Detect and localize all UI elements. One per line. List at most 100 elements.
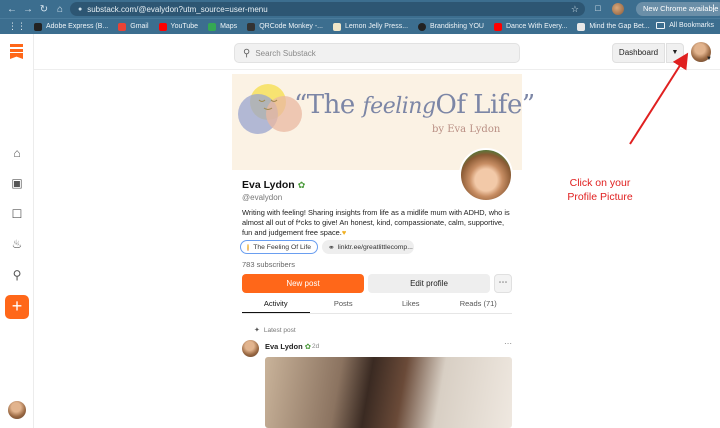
bookmark-label: Mind the Gap Bet... (589, 23, 650, 30)
bookmark-label: Maps (220, 23, 238, 30)
nav-buttons: ← → ↻ ⌂ (6, 4, 66, 15)
reload-icon[interactable]: ↻ (38, 4, 50, 15)
profile-handle: @evalydon (242, 193, 283, 202)
folder-icon (656, 22, 666, 29)
tab-posts[interactable]: Posts (310, 296, 378, 313)
bookmark-star-icon[interactable]: ☆ (571, 4, 579, 15)
apps-icon[interactable]: ⋮⋮ (8, 21, 26, 32)
profile-link-label: linktr.ee/greatlittlecomp... (337, 243, 413, 251)
substack-logo-icon[interactable] (10, 44, 23, 59)
edit-profile-button[interactable]: Edit profile (368, 274, 490, 293)
sidebar-avatar[interactable] (8, 401, 26, 419)
banner-byline: by Eva Lydon (432, 124, 501, 135)
more-options-button[interactable]: ⋯ (494, 274, 512, 293)
browser-toolbar: ← → ↻ ⌂ ● substack.com/@evalydon?utm_sou… (0, 0, 720, 18)
publication-logo-icon (247, 243, 250, 251)
left-sidebar: ⌂ ▣ ☐ ♨ ⚲ + (0, 34, 34, 428)
profile-bio-text: Writing with feeling! Sharing insights f… (242, 208, 510, 238)
home-icon[interactable]: ⌂ (10, 146, 24, 160)
all-bookmarks-button[interactable]: All Bookmarks (656, 22, 714, 29)
bookmark-item[interactable]: Mind the Gap Bet... (577, 22, 650, 31)
bookmark-label: Gmail (130, 23, 149, 30)
tab-likes[interactable]: Likes (377, 296, 445, 313)
subscriber-count[interactable]: 783 subscribers (242, 260, 295, 269)
inbox-icon[interactable]: ▣ (10, 176, 24, 190)
bookmark-item[interactable]: Adobe Express (B... (34, 22, 109, 31)
post-age: 2d (312, 343, 320, 350)
search-input[interactable] (255, 48, 496, 58)
publication-pill[interactable]: The Feeling Of Life (240, 240, 318, 254)
bookmark-item[interactable]: Maps (208, 22, 238, 31)
link-icon: ⚭ (328, 242, 335, 252)
annotation-arrow (629, 52, 689, 145)
post-author-avatar[interactable] (242, 340, 259, 357)
profile-tabs: Activity Posts Likes Reads (71) (242, 296, 512, 314)
top-bar: ⚲ Dashboard ▼ ▼ (34, 34, 720, 70)
banner-title-part: Of Life” (435, 90, 536, 120)
qrcode-icon (247, 22, 256, 31)
extension-icons: □ (592, 3, 624, 15)
banner-title: “The feelingOf Life” (294, 90, 535, 120)
forward-icon[interactable]: → (22, 4, 34, 15)
annotation-text: Click on your Profile Picture (548, 176, 652, 204)
bell-icon[interactable]: ♨ (10, 237, 24, 251)
tab-activity[interactable]: Activity (242, 296, 310, 313)
chrome-menu-icon[interactable]: ⋮ (709, 3, 718, 14)
profile-avatar[interactable] (459, 148, 513, 202)
bookmark-favicon-icon (333, 22, 341, 31)
bookmark-label: QRCode Monkey -... (259, 23, 323, 30)
page: ⌂ ▣ ☐ ♨ ⚲ + ⚲ Dashboard ▼ ▼ “The feeling… (0, 34, 720, 428)
profile-name: Eva Lydon (242, 179, 295, 191)
site-info-icon[interactable]: ● (78, 6, 82, 13)
bookmark-item[interactable]: YouTube (158, 22, 199, 31)
post-author-name[interactable]: Eva Lydon ✿ (265, 342, 311, 351)
url-text: substack.com/@evalydon?utm_source=user-m… (87, 4, 268, 14)
bookmark-favicon-icon (34, 22, 42, 31)
banner-title-part: “The (294, 90, 363, 120)
bookmark-label: Adobe Express (B... (46, 23, 109, 30)
latest-post-label: ✦ Latest post (254, 326, 296, 335)
sparkle-icon: ✦ (254, 327, 260, 334)
bookmark-favicon-icon (577, 22, 586, 31)
post-more-icon[interactable]: ⋯ (504, 339, 512, 348)
annotation-line: Click on your (569, 177, 631, 189)
chrome-update-button[interactable]: New Chrome available (636, 2, 720, 16)
post-image[interactable] (265, 357, 512, 428)
bookmark-label: Dance With Every... (506, 23, 568, 30)
bookmark-item[interactable]: Gmail (118, 22, 149, 31)
search-icon: ⚲ (243, 47, 251, 59)
home-icon[interactable]: ⌂ (54, 4, 66, 15)
bookmark-label: YouTube (170, 23, 199, 30)
youtube-icon (494, 22, 502, 31)
profile-link-pill[interactable]: ⚭ linktr.ee/greatlittlecomp... (322, 240, 414, 254)
chat-icon[interactable]: ☐ (10, 207, 24, 221)
banner-title-script: feeling (362, 94, 437, 119)
profile-name-row: Eva Lydon ✿ (242, 179, 305, 191)
search-box[interactable]: ⚲ (234, 43, 520, 63)
heart-icon: ♥ (341, 228, 347, 238)
new-post-button[interactable]: New post (242, 274, 364, 293)
bookmark-label: Lemon Jelly Press... (345, 23, 409, 30)
annotation-line: Profile Picture (567, 191, 633, 203)
leaf-icon: ✿ (297, 179, 306, 190)
bookmark-item[interactable]: Dance With Every... (494, 22, 568, 31)
bookmark-favicon-icon (418, 22, 427, 31)
gmail-icon (118, 22, 127, 31)
publication-label: The Feeling Of Life (253, 243, 311, 251)
extensions-icon[interactable]: □ (592, 3, 604, 15)
bookmark-item[interactable]: Lemon Jelly Press... (333, 22, 409, 31)
chrome-profile-avatar[interactable] (612, 3, 624, 15)
bookmark-label: Brandishing YOU (430, 23, 484, 30)
create-button[interactable]: + (5, 295, 29, 319)
back-icon[interactable]: ← (6, 4, 18, 15)
address-bar[interactable]: ● substack.com/@evalydon?utm_source=user… (70, 2, 585, 16)
maps-icon (208, 22, 217, 31)
bookmark-item[interactable]: Brandishing YOU (418, 22, 484, 31)
all-bookmarks-label: All Bookmarks (669, 22, 714, 29)
post-author-text: Eva Lydon (265, 342, 303, 351)
search-icon[interactable]: ⚲ (10, 268, 24, 282)
bookmark-item[interactable]: QRCode Monkey -... (247, 22, 323, 31)
youtube-icon (158, 22, 167, 31)
leaf-icon: ✿ (304, 342, 312, 351)
tab-reads[interactable]: Reads (71) (445, 296, 513, 313)
